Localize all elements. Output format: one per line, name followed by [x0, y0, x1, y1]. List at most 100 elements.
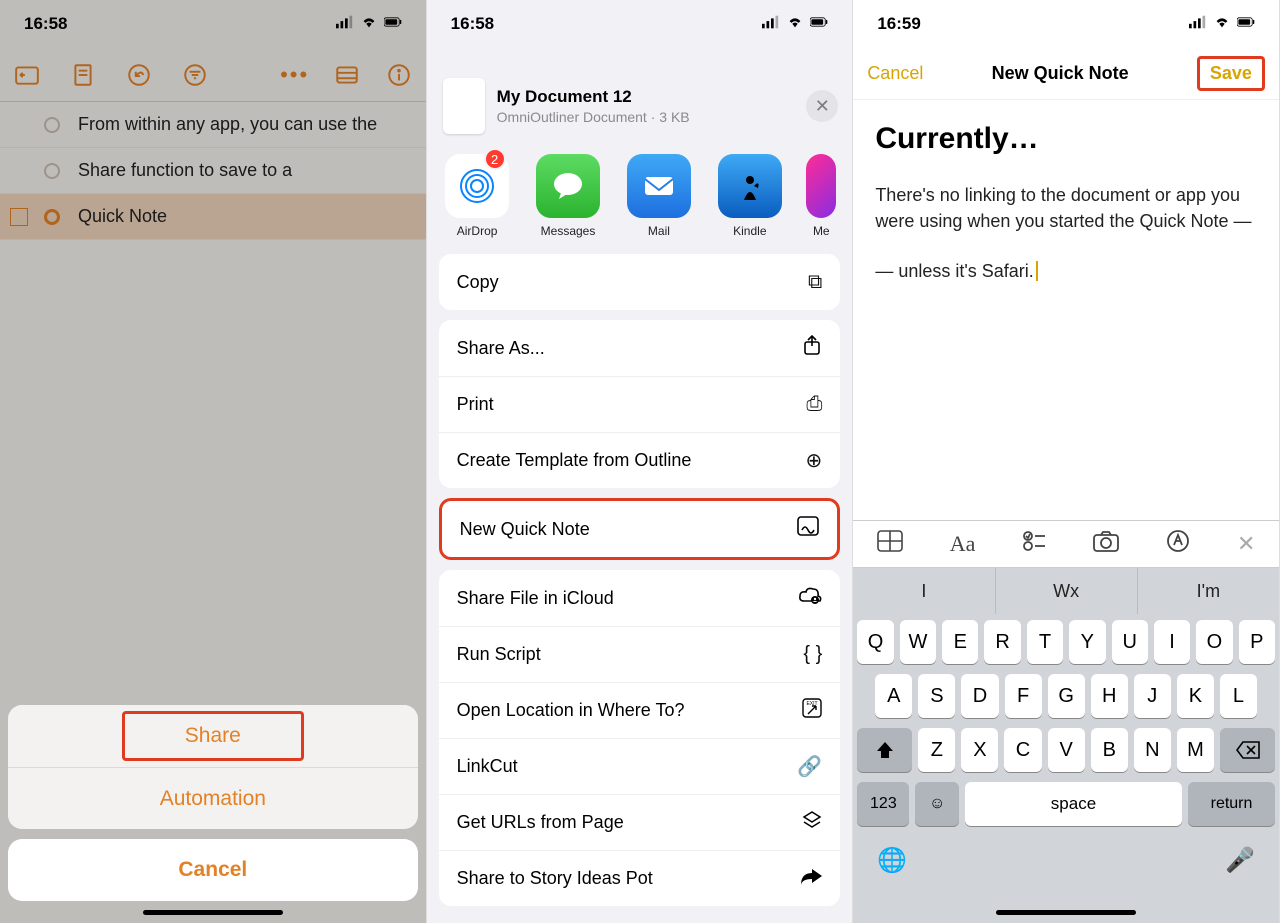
exit-icon: EXIT	[802, 698, 822, 724]
action-share-as[interactable]: Share As...	[439, 320, 841, 376]
key-g[interactable]: G	[1048, 674, 1085, 718]
suggestion[interactable]: Wx	[996, 568, 1138, 614]
key-y[interactable]: Y	[1069, 620, 1105, 664]
key-f[interactable]: F	[1005, 674, 1042, 718]
space-key[interactable]: space	[965, 782, 1182, 826]
key-b[interactable]: B	[1091, 728, 1128, 772]
share-app-row[interactable]: 2 AirDrop Messages Mail	[427, 144, 853, 246]
action-share-icloud[interactable]: Share File in iCloud	[439, 570, 841, 626]
backspace-key[interactable]	[1220, 728, 1275, 772]
action-print[interactable]: Print⎙	[439, 376, 841, 432]
phone-3-quick-note: 16:59 Cancel New Quick Note Save Current…	[853, 0, 1280, 923]
save-button[interactable]: Save	[1197, 56, 1265, 91]
automation-button[interactable]: Automation	[8, 767, 418, 829]
cancel-button[interactable]: Cancel	[867, 63, 923, 84]
print-icon: ⎙	[806, 393, 822, 416]
key-i[interactable]: I	[1154, 620, 1190, 664]
action-open-whereto[interactable]: Open Location in Where To?EXIT	[439, 682, 841, 738]
markup-icon[interactable]	[1166, 529, 1190, 559]
table-icon[interactable]	[877, 530, 903, 558]
filter-icon[interactable]	[182, 62, 208, 88]
key-s[interactable]: S	[918, 674, 955, 718]
share-label: Share	[122, 711, 304, 761]
outline-row-selected[interactable]: Quick Note	[0, 194, 426, 240]
document-icon[interactable]	[70, 62, 96, 88]
key-d[interactable]: D	[961, 674, 998, 718]
app-messages[interactable]: Messages	[534, 154, 603, 238]
key-r[interactable]: R	[984, 620, 1020, 664]
key-a[interactable]: A	[875, 674, 912, 718]
cancel-button[interactable]: Cancel	[8, 839, 418, 901]
key-c[interactable]: C	[1004, 728, 1041, 772]
action-label: Copy	[457, 272, 499, 293]
info-icon[interactable]	[386, 62, 412, 88]
close-keyboard-icon[interactable]: ✕	[1237, 531, 1255, 557]
action-share-story-pot[interactable]: Share to Story Ideas Pot	[439, 850, 841, 906]
action-new-quick-note[interactable]: New Quick Note	[442, 501, 838, 557]
action-copy[interactable]: Copy ⧉	[439, 254, 841, 310]
suggestion[interactable]: I	[853, 568, 995, 614]
key-k[interactable]: K	[1177, 674, 1214, 718]
shift-key[interactable]	[857, 728, 912, 772]
note-paragraph: — unless it's Safari.	[875, 258, 1257, 284]
wifi-icon	[1213, 14, 1231, 34]
checklist-icon[interactable]	[1022, 530, 1046, 558]
action-run-script[interactable]: Run Script{ }	[439, 626, 841, 682]
outline-row[interactable]: From within any app, you can use the	[0, 102, 426, 148]
action-linkcut[interactable]: LinkCut🔗	[439, 738, 841, 794]
back-folder-icon[interactable]	[14, 62, 40, 88]
key-x[interactable]: X	[961, 728, 998, 772]
key-q[interactable]: Q	[857, 620, 893, 664]
stack-icon	[802, 810, 822, 836]
messages-icon	[536, 154, 600, 218]
home-indicator[interactable]	[143, 910, 283, 915]
key-j[interactable]: J	[1134, 674, 1171, 718]
key-w[interactable]: W	[900, 620, 936, 664]
app-airdrop[interactable]: 2 AirDrop	[443, 154, 512, 238]
action-get-urls[interactable]: Get URLs from Page	[439, 794, 841, 850]
key-m[interactable]: M	[1177, 728, 1214, 772]
key-z[interactable]: Z	[918, 728, 955, 772]
key-e[interactable]: E	[942, 620, 978, 664]
share-button[interactable]: Share	[8, 705, 418, 767]
close-button[interactable]: ✕	[806, 90, 838, 122]
wifi-icon	[786, 14, 804, 34]
emoji-key[interactable]: ☺	[915, 782, 958, 826]
key-l[interactable]: L	[1220, 674, 1257, 718]
key-u[interactable]: U	[1112, 620, 1148, 664]
dictation-icon[interactable]: 🎤	[1225, 846, 1255, 875]
action-create-template[interactable]: Create Template from Outline⊕	[439, 432, 841, 488]
key-t[interactable]: T	[1027, 620, 1063, 664]
outline-row[interactable]: Share function to save to a	[0, 148, 426, 194]
action-label: New Quick Note	[460, 519, 590, 540]
phone-1-omnioutliner: 16:58 ••• From within any app, you ca	[0, 0, 427, 923]
cellular-icon	[336, 14, 354, 34]
icloud-icon	[798, 585, 822, 611]
text-format-icon[interactable]: Aa	[950, 531, 976, 557]
action-label: Share to Story Ideas Pot	[457, 868, 653, 889]
close-icon: ✕	[815, 96, 830, 117]
forward-icon	[800, 867, 822, 891]
camera-icon[interactable]	[1093, 530, 1119, 558]
undo-icon[interactable]	[126, 62, 152, 88]
app-kindle[interactable]: Kindle	[715, 154, 784, 238]
key-n[interactable]: N	[1134, 728, 1171, 772]
script-icon: { }	[803, 643, 822, 666]
key-p[interactable]: P	[1239, 620, 1275, 664]
numbers-key[interactable]: 123	[857, 782, 909, 826]
note-body[interactable]: Currently… There's no linking to the doc…	[853, 100, 1279, 308]
suggestion[interactable]: I'm	[1138, 568, 1279, 614]
app-mail[interactable]: Mail	[624, 154, 693, 238]
globe-icon[interactable]: 🌐	[877, 846, 907, 875]
key-h[interactable]: H	[1091, 674, 1128, 718]
note-heading: Currently…	[875, 122, 1257, 156]
key-o[interactable]: O	[1196, 620, 1232, 664]
sidebar-icon[interactable]	[334, 62, 360, 88]
key-v[interactable]: V	[1048, 728, 1085, 772]
return-key[interactable]: return	[1188, 782, 1275, 826]
share-actions-list[interactable]: Copy ⧉ Share As... Print⎙ Create Templat…	[427, 246, 853, 916]
text-cursor	[1034, 261, 1038, 281]
home-indicator[interactable]	[996, 910, 1136, 915]
app-more[interactable]: Me	[806, 154, 836, 238]
more-icon[interactable]: •••	[282, 62, 308, 88]
